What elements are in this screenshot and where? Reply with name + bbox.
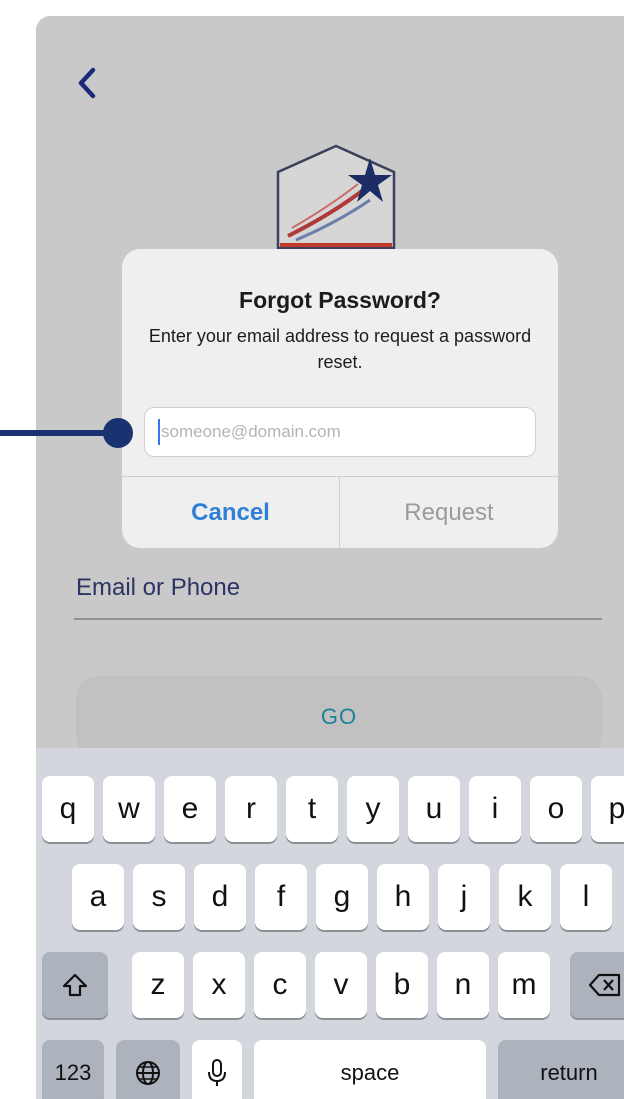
microphone-icon [208, 1059, 226, 1086]
key-k[interactable]: k [499, 864, 551, 930]
return-key[interactable]: return [498, 1040, 624, 1099]
key-c[interactable]: c [254, 952, 306, 1018]
key-u[interactable]: u [408, 776, 460, 842]
callout-pointer-dot [103, 418, 133, 448]
key-f[interactable]: f [255, 864, 307, 930]
key-n[interactable]: n [437, 952, 489, 1018]
shift-icon [62, 973, 88, 997]
key-e[interactable]: e [164, 776, 216, 842]
key-g[interactable]: g [316, 864, 368, 930]
text-cursor [158, 419, 160, 445]
backspace-icon [588, 973, 621, 997]
back-button[interactable] [70, 66, 104, 100]
email-or-phone-label: Email or Phone [76, 574, 241, 601]
globe-icon [136, 1061, 160, 1085]
chevron-left-icon [78, 67, 96, 99]
key-b[interactable]: b [376, 952, 428, 1018]
key-v[interactable]: v [315, 952, 367, 1018]
key-s[interactable]: s [133, 864, 185, 930]
key-d[interactable]: d [194, 864, 246, 930]
key-o[interactable]: o [530, 776, 582, 842]
key-t[interactable]: t [286, 776, 338, 842]
key-l[interactable]: l [560, 864, 612, 930]
callout-pointer-line [0, 430, 120, 436]
key-w[interactable]: w [103, 776, 155, 842]
email-field-underline [74, 618, 602, 620]
key-z[interactable]: z [132, 952, 184, 1018]
email-input[interactable] [144, 407, 536, 457]
key-r[interactable]: r [225, 776, 277, 842]
numbers-key[interactable]: 123 [42, 1040, 104, 1099]
request-button[interactable]: Request [340, 477, 558, 548]
key-q[interactable]: q [42, 776, 94, 842]
key-x[interactable]: x [193, 952, 245, 1018]
key-i[interactable]: i [469, 776, 521, 842]
key-h[interactable]: h [377, 864, 429, 930]
cancel-button[interactable]: Cancel [122, 477, 339, 548]
keyboard: qwertyuiop asdfghjkl zxcvbnm 123 space r… [36, 748, 624, 1099]
dictation-key[interactable] [192, 1040, 242, 1099]
space-key[interactable]: space [254, 1040, 486, 1099]
go-button[interactable]: GO [76, 676, 602, 758]
dialog-message: Enter your email address to request a pa… [148, 326, 532, 372]
app-screen: Email or Phone GO qwertyuiop asdfghjkl z… [36, 16, 624, 1099]
shield-star-logo [276, 144, 396, 250]
backspace-key[interactable] [570, 952, 624, 1018]
key-p[interactable]: p [591, 776, 624, 842]
forgot-password-dialog: Forgot Password? Enter your email addres… [122, 249, 558, 548]
key-j[interactable]: j [438, 864, 490, 930]
shift-key[interactable] [42, 952, 108, 1018]
globe-key[interactable] [116, 1040, 180, 1099]
key-a[interactable]: a [72, 864, 124, 930]
key-y[interactable]: y [347, 776, 399, 842]
key-m[interactable]: m [498, 952, 550, 1018]
dialog-title: Forgot Password? [239, 287, 441, 313]
